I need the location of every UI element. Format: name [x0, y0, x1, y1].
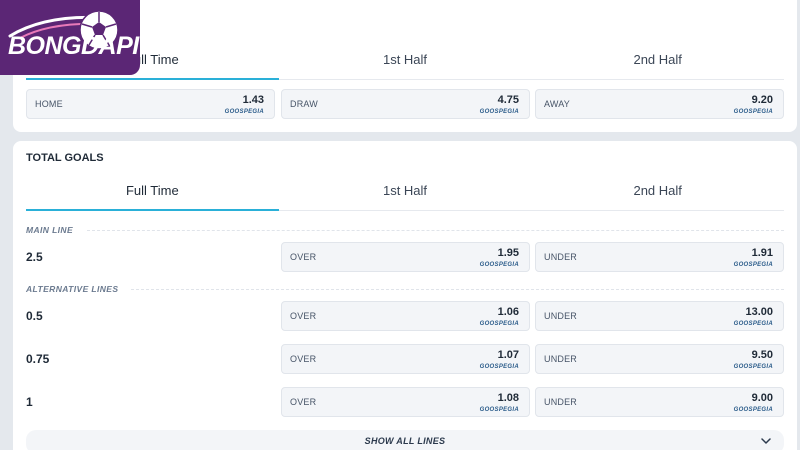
bookmaker-logo: GOOSPEGIA	[224, 109, 264, 115]
bookmaker-logo: GOOSPEGIA	[733, 321, 773, 327]
line-value: 2.5	[26, 250, 43, 264]
tab-label: 2nd Half	[633, 183, 682, 198]
tab-1st-half[interactable]: 1st Half	[279, 40, 532, 79]
line-value: 0.75	[26, 352, 50, 366]
tab-label: 2nd Half	[633, 52, 682, 67]
odds-value: 9.20	[751, 94, 773, 106]
site-logo[interactable]: BONGDAPI	[0, 0, 140, 75]
divider	[131, 289, 784, 290]
odds-under-button[interactable]: UNDER 9.50 GOOSPEGIA	[535, 344, 784, 374]
alternative-lines-heading: ALTERNATIVE LINES	[26, 284, 119, 294]
show-all-lines-label: SHOW ALL LINES	[364, 436, 446, 446]
tab-2nd-half[interactable]: 2nd Half	[531, 40, 784, 79]
odds-label: UNDER	[544, 311, 578, 321]
odds-value: 1.08	[497, 392, 519, 404]
total-goals-tabs: Full Time 1st Half 2nd Half	[26, 171, 784, 211]
odds-label: OVER	[290, 397, 317, 407]
main-line-heading: MAIN LINE	[26, 225, 74, 235]
odds-home-button[interactable]: HOME 1.43 GOOSPEGIA	[26, 89, 275, 119]
odds-value: 1.95	[497, 247, 519, 259]
bookmaker-logo: GOOSPEGIA	[733, 364, 773, 370]
bookmaker-logo: GOOSPEGIA	[479, 109, 519, 115]
bookmaker-logo: GOOSPEGIA	[479, 262, 519, 268]
odds-label: AWAY	[544, 99, 570, 109]
section-title: TOTAL GOALS	[26, 152, 104, 164]
odds-value: 1.07	[497, 349, 519, 361]
show-all-lines-button[interactable]: SHOW ALL LINES	[26, 430, 784, 450]
tab-2nd-half[interactable]: 2nd Half	[531, 171, 784, 210]
divider	[87, 230, 784, 231]
odds-value: 13.00	[745, 306, 773, 318]
line-value: 0.5	[26, 309, 43, 323]
logo-text: BONGDAPI	[8, 32, 139, 60]
odds-value: 9.00	[751, 392, 773, 404]
odds-over-button[interactable]: OVER 1.06 GOOSPEGIA	[281, 301, 530, 331]
odds-under-button[interactable]: UNDER 13.00 GOOSPEGIA	[535, 301, 784, 331]
odds-value: 4.75	[497, 94, 519, 106]
odds-value: 1.91	[751, 247, 773, 259]
line-value: 1	[26, 395, 33, 409]
odds-label: UNDER	[544, 252, 578, 262]
odds-under-button[interactable]: UNDER 1.91 GOOSPEGIA	[535, 242, 784, 272]
odds-away-button[interactable]: AWAY 9.20 GOOSPEGIA	[535, 89, 784, 119]
odds-over-button[interactable]: OVER 1.08 GOOSPEGIA	[281, 387, 530, 417]
odds-label: UNDER	[544, 397, 578, 407]
odds-label: DRAW	[290, 99, 318, 109]
bookmaker-logo: GOOSPEGIA	[479, 364, 519, 370]
bookmaker-logo: GOOSPEGIA	[479, 321, 519, 327]
bookmaker-logo: GOOSPEGIA	[479, 407, 519, 413]
odds-value: 9.50	[751, 349, 773, 361]
odds-over-button[interactable]: OVER 1.95 GOOSPEGIA	[281, 242, 530, 272]
tab-label: 1st Half	[382, 52, 428, 67]
chevron-down-icon	[761, 438, 771, 444]
bookmaker-logo: GOOSPEGIA	[733, 407, 773, 413]
odds-value: 1.43	[242, 94, 264, 106]
total-goals-card: TOTAL GOALS Full Time 1st Half 2nd Half …	[13, 141, 797, 450]
odds-label: HOME	[35, 99, 63, 109]
bookmaker-logo: GOOSPEGIA	[733, 109, 773, 115]
tab-label: 1st Half	[382, 183, 428, 198]
odds-label: OVER	[290, 311, 317, 321]
odds-label: OVER	[290, 252, 317, 262]
bookmaker-logo: GOOSPEGIA	[733, 262, 773, 268]
tab-label: Full Time	[125, 183, 179, 198]
tab-full-time[interactable]: Full Time	[26, 171, 279, 211]
odds-draw-button[interactable]: DRAW 4.75 GOOSPEGIA	[281, 89, 530, 119]
odds-label: OVER	[290, 354, 317, 364]
odds-over-button[interactable]: OVER 1.07 GOOSPEGIA	[281, 344, 530, 374]
odds-value: 1.06	[497, 306, 519, 318]
odds-label: UNDER	[544, 354, 578, 364]
odds-under-button[interactable]: UNDER 9.00 GOOSPEGIA	[535, 387, 784, 417]
tab-1st-half[interactable]: 1st Half	[279, 171, 532, 210]
